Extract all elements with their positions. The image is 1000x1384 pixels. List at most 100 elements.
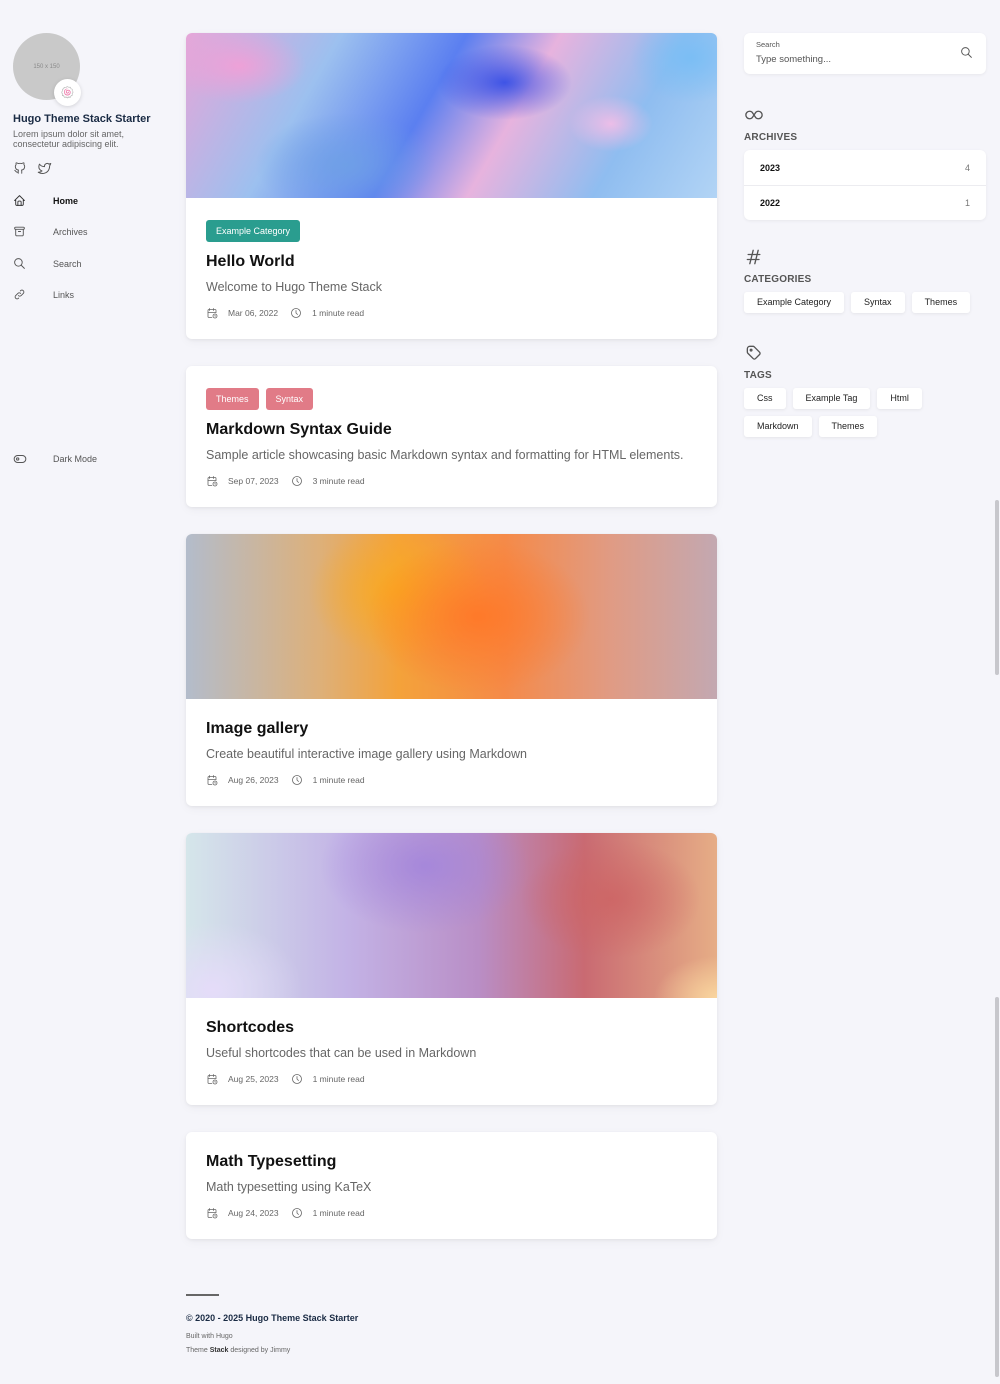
post-date: Mar 06, 2022: [228, 308, 279, 318]
post-card[interactable]: Example Category Hello World Welcome to …: [186, 33, 717, 339]
archive-year-item[interactable]: 2023 4: [744, 150, 986, 185]
post-meta: Mar 06, 2022 1 minute read: [206, 307, 697, 319]
archives-widget: ARCHIVES 2023 4 2022 1: [744, 105, 986, 220]
footer-built-with: Built with Hugo Theme Stack designed by …: [186, 1330, 358, 1358]
page-scrollbar[interactable]: [995, 997, 999, 1377]
archive-year: 2023: [760, 162, 781, 173]
menu-item-search[interactable]: Search: [13, 248, 163, 280]
post-date: Aug 25, 2023: [228, 1074, 279, 1084]
post-date: Aug 24, 2023: [228, 1208, 279, 1218]
theme-prefix: Theme: [186, 1347, 210, 1354]
post-reading-time: 1 minute read: [312, 775, 365, 785]
post-subtitle: Sample article showcasing basic Markdown…: [206, 448, 684, 462]
site-description: Lorem ipsum dolor sit amet, consectetur …: [13, 129, 125, 149]
site-name[interactable]: Hugo Theme Stack Starter: [13, 113, 163, 125]
tag-chip[interactable]: Html: [877, 388, 922, 409]
categories-widget: CATEGORIES Example Category Syntax Theme…: [744, 247, 986, 313]
avatar-placeholder-text: 150 x 150: [33, 63, 60, 70]
archive-icon: [13, 225, 27, 239]
menu-item-home[interactable]: Home: [13, 185, 163, 217]
post-meta: Aug 25, 2023 1 minute read: [206, 1073, 697, 1085]
post-date: Sep 07, 2023: [228, 476, 279, 486]
search-form: Search: [744, 33, 986, 74]
category-badge[interactable]: Example Category: [206, 220, 301, 242]
avatar-wrap: 150 x 150 🍥: [13, 33, 81, 106]
main-menu: Home Archives Search Links: [13, 185, 163, 311]
tag-chip[interactable]: Example Tag: [792, 388, 871, 409]
post-meta: Sep 07, 2023 3 minute read: [206, 475, 697, 487]
twitter-icon[interactable]: [37, 161, 52, 175]
calendar-icon: [206, 1207, 218, 1219]
post-card[interactable]: Themes Syntax Markdown Syntax Guide Samp…: [186, 366, 717, 507]
post-cover-image[interactable]: [186, 534, 717, 699]
home-icon: [13, 194, 27, 208]
archives-heading: ARCHIVES: [744, 132, 798, 143]
post-categories: Example Category: [206, 220, 697, 242]
post-title[interactable]: Math Typesetting: [206, 1152, 697, 1172]
clock-icon: [290, 307, 302, 319]
built-with-hugo[interactable]: Built with Hugo: [186, 1330, 358, 1344]
post-card[interactable]: Shortcodes Useful shortcodes that can be…: [186, 833, 717, 1105]
menu-item-archives[interactable]: Archives: [13, 217, 163, 249]
menu-label-archives: Archives: [53, 227, 88, 238]
post-title[interactable]: Hello World: [206, 252, 697, 272]
right-sidebar: Search ARCHIVES 2023 4 2022 1 CATEGORIES: [744, 33, 986, 437]
archives-list: 2023 4 2022 1: [744, 150, 986, 220]
dark-mode-label: Dark Mode: [53, 454, 98, 464]
post-card[interactable]: Math Typesetting Math typesetting using …: [186, 1132, 717, 1239]
category-chip[interactable]: Themes: [911, 292, 971, 313]
post-meta: Aug 26, 2023 1 minute read: [206, 774, 697, 786]
tag-chip[interactable]: Markdown: [744, 416, 812, 437]
github-icon[interactable]: [13, 161, 27, 175]
menu-label-links: Links: [53, 290, 75, 301]
archive-year: 2022: [760, 198, 781, 208]
category-badge[interactable]: Syntax: [265, 388, 314, 410]
post-card[interactable]: Image gallery Create beautiful interacti…: [186, 534, 717, 806]
post-reading-time: 3 minute read: [312, 476, 365, 486]
post-reading-time: 1 minute read: [312, 308, 365, 318]
social-links: [13, 161, 163, 175]
archive-count: 4: [964, 162, 970, 173]
archive-year-item[interactable]: 2022 1: [744, 185, 986, 220]
theme-credit: Theme Stack designed by Jimmy: [186, 1344, 358, 1358]
post-date: Aug 26, 2023: [228, 775, 279, 785]
post-reading-time: 1 minute read: [312, 1074, 365, 1084]
calendar-icon: [206, 475, 218, 487]
site-footer: © 2020 - 2025 Hugo Theme Stack Starter B…: [186, 1294, 358, 1358]
dark-mode-toggle[interactable]: Dark Mode: [13, 452, 97, 466]
footer-divider: [186, 1294, 219, 1296]
search-input[interactable]: [756, 54, 946, 65]
category-badge[interactable]: Themes: [206, 388, 259, 410]
post-reading-time: 1 minute read: [312, 1208, 365, 1218]
tag-chip[interactable]: Themes: [818, 416, 878, 437]
hash-icon: [744, 247, 764, 267]
categories-heading: CATEGORIES: [744, 274, 812, 285]
post-subtitle: Create beautiful interactive image galle…: [206, 747, 527, 761]
toggle-icon: [13, 452, 27, 466]
clock-icon: [291, 475, 303, 487]
theme-name-link[interactable]: Stack: [210, 1347, 229, 1354]
post-title[interactable]: Image gallery: [206, 719, 697, 739]
menu-item-links[interactable]: Links: [13, 280, 163, 312]
search-submit-icon[interactable]: [960, 46, 973, 59]
post-title[interactable]: Markdown Syntax Guide: [206, 420, 697, 440]
post-cover-image[interactable]: [186, 833, 717, 998]
post-meta: Aug 24, 2023 1 minute read: [206, 1207, 697, 1219]
right-sidebar-scrollbar[interactable]: [995, 500, 999, 675]
left-sidebar: 150 x 150 🍥 Hugo Theme Stack Starter Lor…: [13, 33, 163, 464]
search-label: Search: [756, 40, 780, 49]
post-title[interactable]: Shortcodes: [206, 1018, 697, 1038]
tag-chip[interactable]: Css: [744, 388, 786, 409]
category-chip[interactable]: Example Category: [744, 292, 845, 313]
post-subtitle: Math typesetting using KaTeX: [206, 1180, 372, 1194]
emoji-icon: 🍥: [60, 86, 75, 99]
tags-widget: TAGS Css Example Tag Html Markdown Theme…: [744, 343, 986, 437]
archive-count: 1: [964, 198, 970, 208]
post-subtitle: Welcome to Hugo Theme Stack: [206, 280, 383, 294]
post-categories: Themes Syntax: [206, 388, 697, 410]
post-cover-image[interactable]: [186, 33, 717, 198]
menu-label-home: Home: [53, 195, 79, 206]
category-chip[interactable]: Syntax: [851, 292, 905, 313]
infinity-icon: [744, 105, 764, 125]
calendar-icon: [206, 1073, 218, 1085]
